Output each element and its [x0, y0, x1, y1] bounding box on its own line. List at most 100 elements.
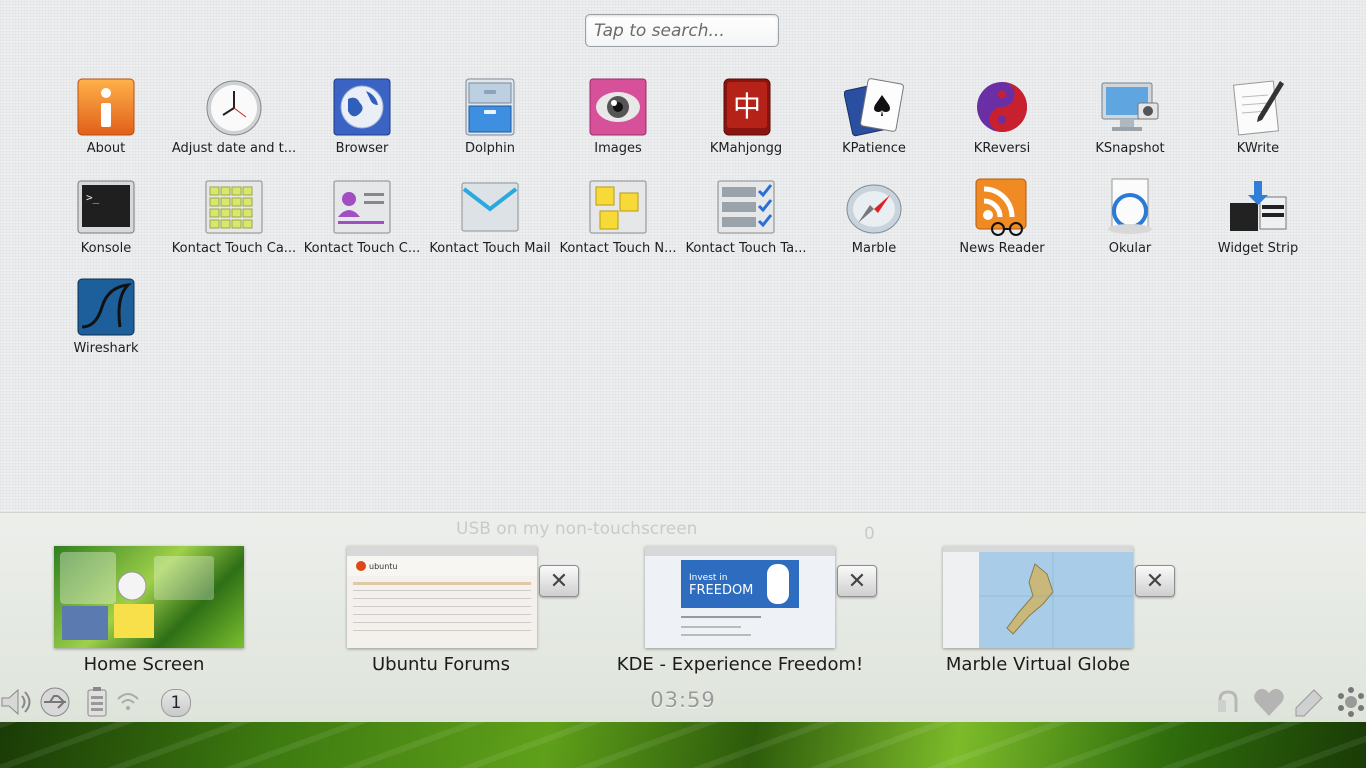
terminal-icon: >_ — [77, 180, 135, 234]
app-label: KPatience — [842, 141, 906, 156]
close-task-ubuntu-forums-button[interactable]: ✕ — [539, 565, 579, 597]
pencil-paper-icon — [1232, 80, 1284, 136]
app-label: Widget Strip — [1217, 241, 1299, 256]
task-title-kde: KDE - Experience Freedom! — [616, 654, 864, 675]
close-task-kde-button[interactable]: ✕ — [837, 565, 877, 597]
app-label: Kontact Touch C... — [303, 241, 421, 256]
usb-icon[interactable] — [38, 686, 72, 718]
app-widget-strip[interactable]: Widget Strip — [1194, 177, 1322, 267]
close-icon: ✕ — [847, 568, 867, 594]
app-label: Konsole — [80, 241, 132, 256]
widget-strip-icon — [1230, 181, 1287, 231]
app-kpatience[interactable]: KPatience — [810, 77, 938, 167]
app-label: KReversi — [973, 141, 1031, 156]
app-label: KWrite — [1236, 141, 1280, 156]
task-thumbnail-home-screen[interactable] — [54, 546, 244, 648]
ubuntu-logo-text: ubuntu — [369, 562, 398, 571]
monitor-camera-icon — [1101, 82, 1159, 131]
kde-freedom-text: FREEDOM — [689, 583, 753, 598]
app-dolphin[interactable]: Dolphin — [426, 77, 554, 167]
svg-text:>_: >_ — [86, 191, 100, 204]
search-input[interactable] — [586, 15, 778, 46]
app-label: Dolphin — [465, 141, 515, 156]
kde-page-preview: Invest in FREEDOM — [645, 546, 835, 636]
home-screen-preview — [60, 552, 214, 640]
task-title-home-screen: Home Screen — [83, 654, 205, 675]
app-label: News Reader — [959, 241, 1045, 256]
task-title-ubuntu-forums: Ubuntu Forums — [371, 654, 511, 675]
task-thumbnail-kde[interactable]: Invest in FREEDOM — [645, 546, 835, 648]
file-cabinet-icon — [465, 78, 515, 136]
battery-icon[interactable] — [80, 686, 114, 718]
app-label: Browser — [335, 141, 389, 156]
svg-text:中: 中 — [733, 90, 761, 123]
app-label: Kontact Touch N... — [559, 241, 677, 256]
app-browser[interactable]: Browser — [298, 77, 426, 167]
envelope-icon — [461, 182, 519, 232]
app-label: About — [86, 141, 126, 156]
close-icon: ✕ — [549, 568, 569, 594]
desktop-number-badge[interactable]: 1 — [161, 689, 191, 717]
calendar-grid-icon — [205, 180, 263, 234]
app-kontact-touch-mail[interactable]: Kontact Touch Mail — [426, 177, 554, 267]
wifi-icon[interactable] — [112, 686, 146, 718]
marble-map-preview — [943, 546, 1133, 648]
application-launcher: About Adjust date and t... Browser Dolph… — [0, 0, 1366, 512]
shark-fin-icon — [77, 278, 135, 336]
info-icon — [77, 78, 135, 136]
kde-invest-text: Invest in — [689, 573, 728, 583]
favorites-heart-icon[interactable] — [1252, 686, 1286, 718]
volume-icon[interactable] — [0, 686, 34, 718]
checklist-icon — [717, 180, 775, 234]
task-title-marble: Marble Virtual Globe — [945, 654, 1131, 675]
keyboard-toggle-icon[interactable] — [1214, 686, 1248, 718]
app-label: Kontact Touch Mail — [429, 241, 551, 256]
edit-pencil-icon[interactable] — [1292, 686, 1326, 718]
app-kontact-touch-notes[interactable]: Kontact Touch N... — [554, 177, 682, 267]
app-label: Images — [594, 141, 642, 156]
compass-globe-icon — [846, 184, 902, 234]
search-box[interactable] — [585, 14, 779, 47]
app-adjust-date[interactable]: Adjust date and t... — [170, 77, 298, 167]
app-about[interactable]: About — [42, 77, 170, 167]
app-label: Kontact Touch Ta... — [685, 241, 807, 256]
close-task-marble-button[interactable]: ✕ — [1135, 565, 1175, 597]
app-okular[interactable]: Okular — [1066, 177, 1194, 267]
app-kmahjongg[interactable]: 中 KMahjongg — [682, 77, 810, 167]
app-label: Wireshark — [73, 341, 139, 356]
task-thumbnail-ubuntu-forums[interactable]: ubuntu — [347, 546, 537, 648]
ubuntu-forums-preview: ubuntu — [347, 546, 537, 631]
close-icon: ✕ — [1145, 568, 1165, 594]
mahjong-tile-icon: 中 — [723, 78, 771, 136]
app-news-reader[interactable]: News Reader — [938, 177, 1066, 267]
background-window-count: 0 — [864, 524, 875, 544]
eye-icon — [589, 78, 647, 136]
app-label: Kontact Touch Ca... — [171, 241, 297, 256]
app-label: KMahjongg — [709, 141, 783, 156]
app-marble[interactable]: Marble — [810, 177, 938, 267]
sticky-notes-icon — [589, 180, 647, 234]
app-wireshark[interactable]: Wireshark — [42, 277, 170, 367]
app-konsole[interactable]: >_ Konsole — [42, 177, 170, 267]
app-kontact-touch-calendar[interactable]: Kontact Touch Ca... — [170, 177, 298, 267]
app-label: Adjust date and t... — [171, 141, 297, 156]
settings-gear-icon[interactable] — [1334, 686, 1366, 718]
app-kontact-touch-tasks[interactable]: Kontact Touch Ta... — [682, 177, 810, 267]
background-window-text: USB on my non-touchscreen — [456, 519, 698, 539]
app-kreversi[interactable]: KReversi — [938, 77, 1066, 167]
rss-icon — [975, 178, 1027, 236]
app-kwrite[interactable]: KWrite — [1194, 77, 1322, 167]
app-kontact-touch-contacts[interactable]: Kontact Touch C... — [298, 177, 426, 267]
app-label: Okular — [1108, 241, 1152, 256]
app-images[interactable]: Images — [554, 77, 682, 167]
task-thumbnail-marble[interactable] — [943, 546, 1133, 648]
reversi-icon — [977, 82, 1027, 132]
app-label: Marble — [851, 241, 897, 256]
clock[interactable]: 03:59 — [640, 688, 726, 712]
app-label: KSnapshot — [1095, 141, 1165, 156]
document-viewer-icon — [1108, 178, 1152, 234]
clock-icon — [206, 80, 262, 136]
contact-card-icon — [333, 180, 391, 234]
app-ksnapshot[interactable]: KSnapshot — [1066, 77, 1194, 167]
globe-icon — [333, 78, 391, 136]
